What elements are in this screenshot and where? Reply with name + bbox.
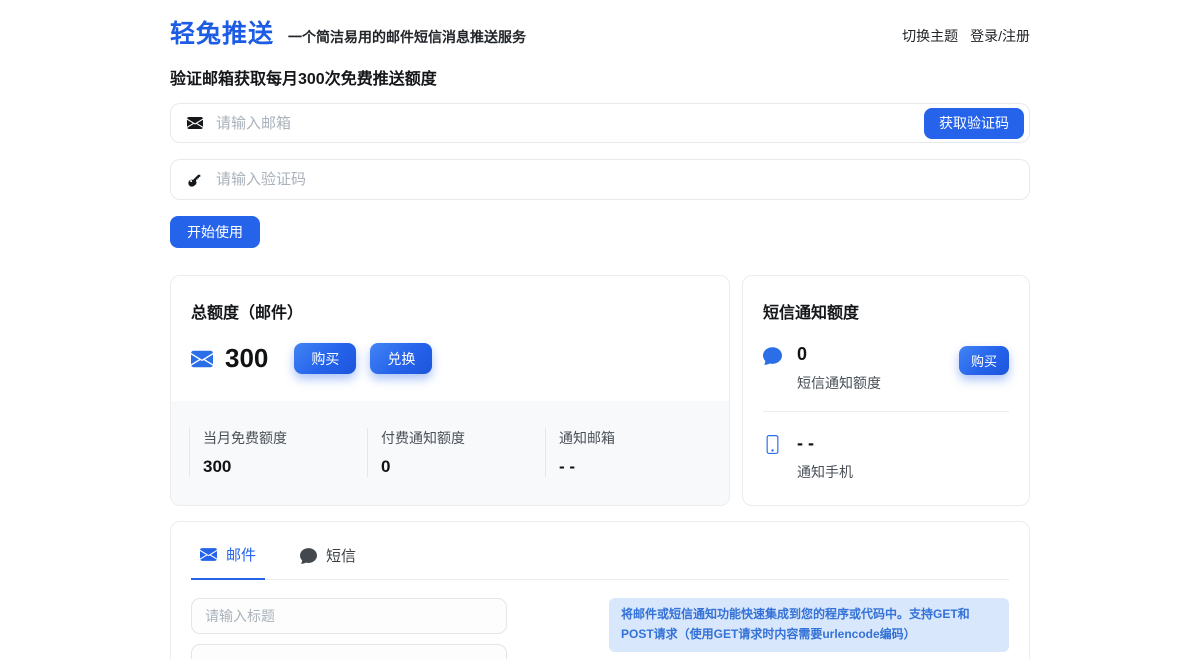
- tab-sms[interactable]: 短信: [291, 536, 365, 579]
- chat-bubble-icon: [763, 346, 783, 366]
- email-input-row: 获取验证码: [170, 103, 1030, 143]
- tab-sms-label: 短信: [326, 545, 356, 566]
- sms-quota-text: 0 短信通知额度: [797, 344, 881, 393]
- login-register-link[interactable]: 登录/注册: [970, 26, 1030, 46]
- api-info-box: 将邮件或短信通知功能快速集成到您的程序或代码中。支持GET和POST请求（使用G…: [609, 598, 1009, 652]
- send-body: 将邮件或短信通知功能快速集成到您的程序或代码中。支持GET和POST请求（使用G…: [191, 598, 1009, 659]
- code-input-row: [170, 159, 1030, 200]
- stat-value: 300: [203, 457, 367, 477]
- app-tagline: 一个简洁易用的邮件短信消息推送服务: [288, 27, 526, 47]
- message-content-textarea[interactable]: [191, 644, 507, 659]
- stat-free-quota: 当月免费额度 300: [189, 428, 367, 477]
- get-code-button[interactable]: 获取验证码: [924, 108, 1024, 139]
- email-quota-stats: 当月免费额度 300 付费通知额度 0 通知邮箱 - -: [171, 401, 729, 505]
- stat-paid-quota: 付费通知额度 0: [367, 428, 545, 477]
- header-links: 切换主题 登录/注册: [902, 26, 1030, 46]
- quota-cards-row: 总额度（邮件） 300 购买 兑换 当月免费额度 300 付费通知额度: [170, 275, 1030, 506]
- stat-label: 当月免费额度: [203, 428, 367, 448]
- email-quota-top: 总额度（邮件） 300 购买 兑换: [171, 276, 729, 381]
- buy-quota-button[interactable]: 购买: [294, 343, 356, 374]
- key-icon: [187, 171, 204, 188]
- redeem-quota-button[interactable]: 兑换: [370, 343, 432, 374]
- api-help-column: 将邮件或短信通知功能快速集成到您的程序或代码中。支持GET和POST请求（使用G…: [609, 598, 1009, 659]
- stat-notify-email: 通知邮箱 - -: [545, 428, 723, 477]
- tab-email[interactable]: 邮件: [191, 536, 265, 580]
- notify-phone-label: 通知手机: [797, 462, 853, 482]
- tab-email-label: 邮件: [226, 544, 256, 565]
- envelope-icon: [200, 546, 217, 563]
- notify-phone-text: - - 通知手机: [797, 433, 853, 482]
- sms-card-divider: [763, 411, 1009, 412]
- buy-sms-button[interactable]: 购买: [959, 346, 1009, 375]
- theme-toggle-link[interactable]: 切换主题: [902, 26, 958, 46]
- envelope-icon: [187, 115, 204, 132]
- stat-label: 通知邮箱: [559, 428, 723, 448]
- page-container: 轻兔推送 一个简洁易用的邮件短信消息推送服务 切换主题 登录/注册 验证邮箱获取…: [170, 0, 1030, 659]
- app-logo: 轻兔推送: [170, 14, 274, 50]
- verify-heading: 验证邮箱获取每月300次免费推送额度: [170, 65, 1030, 89]
- start-button[interactable]: 开始使用: [170, 216, 260, 248]
- stat-value: 0: [381, 457, 545, 477]
- verification-code-input[interactable]: [216, 171, 1024, 188]
- email-quota-title: 总额度（邮件）: [191, 299, 709, 323]
- send-panel: 邮件 短信 将邮件或短信通知功能快速集成到您的程序或代码中。支持GET和POST…: [170, 521, 1030, 659]
- stat-label: 付费通知额度: [381, 428, 545, 448]
- email-quota-line: 300 购买 兑换: [191, 343, 709, 374]
- message-title-input[interactable]: [191, 598, 507, 634]
- email-quota-total: 300: [225, 343, 268, 374]
- sms-quota-card: 短信通知额度 0 短信通知额度 购买 - - 通知手机: [742, 275, 1030, 506]
- chat-bubble-icon: [300, 547, 317, 564]
- email-quota-card: 总额度（邮件） 300 购买 兑换 当月免费额度 300 付费通知额度: [170, 275, 730, 506]
- send-tabs: 邮件 短信: [191, 522, 1009, 580]
- notify-phone-row: - - 通知手机: [763, 433, 1009, 482]
- phone-icon: [763, 435, 783, 455]
- email-input[interactable]: [216, 115, 924, 132]
- notify-phone-value: - -: [797, 433, 853, 454]
- sms-quota-row: 0 短信通知额度 购买: [763, 344, 1009, 393]
- mail-quota-icon: [191, 348, 213, 370]
- sms-quota-label: 短信通知额度: [797, 373, 881, 393]
- header: 轻兔推送 一个简洁易用的邮件短信消息推送服务 切换主题 登录/注册: [170, 18, 1030, 50]
- send-form: [191, 598, 507, 659]
- sms-quota-value: 0: [797, 344, 881, 365]
- stat-value: - -: [559, 457, 723, 477]
- sms-quota-title: 短信通知额度: [763, 299, 1009, 323]
